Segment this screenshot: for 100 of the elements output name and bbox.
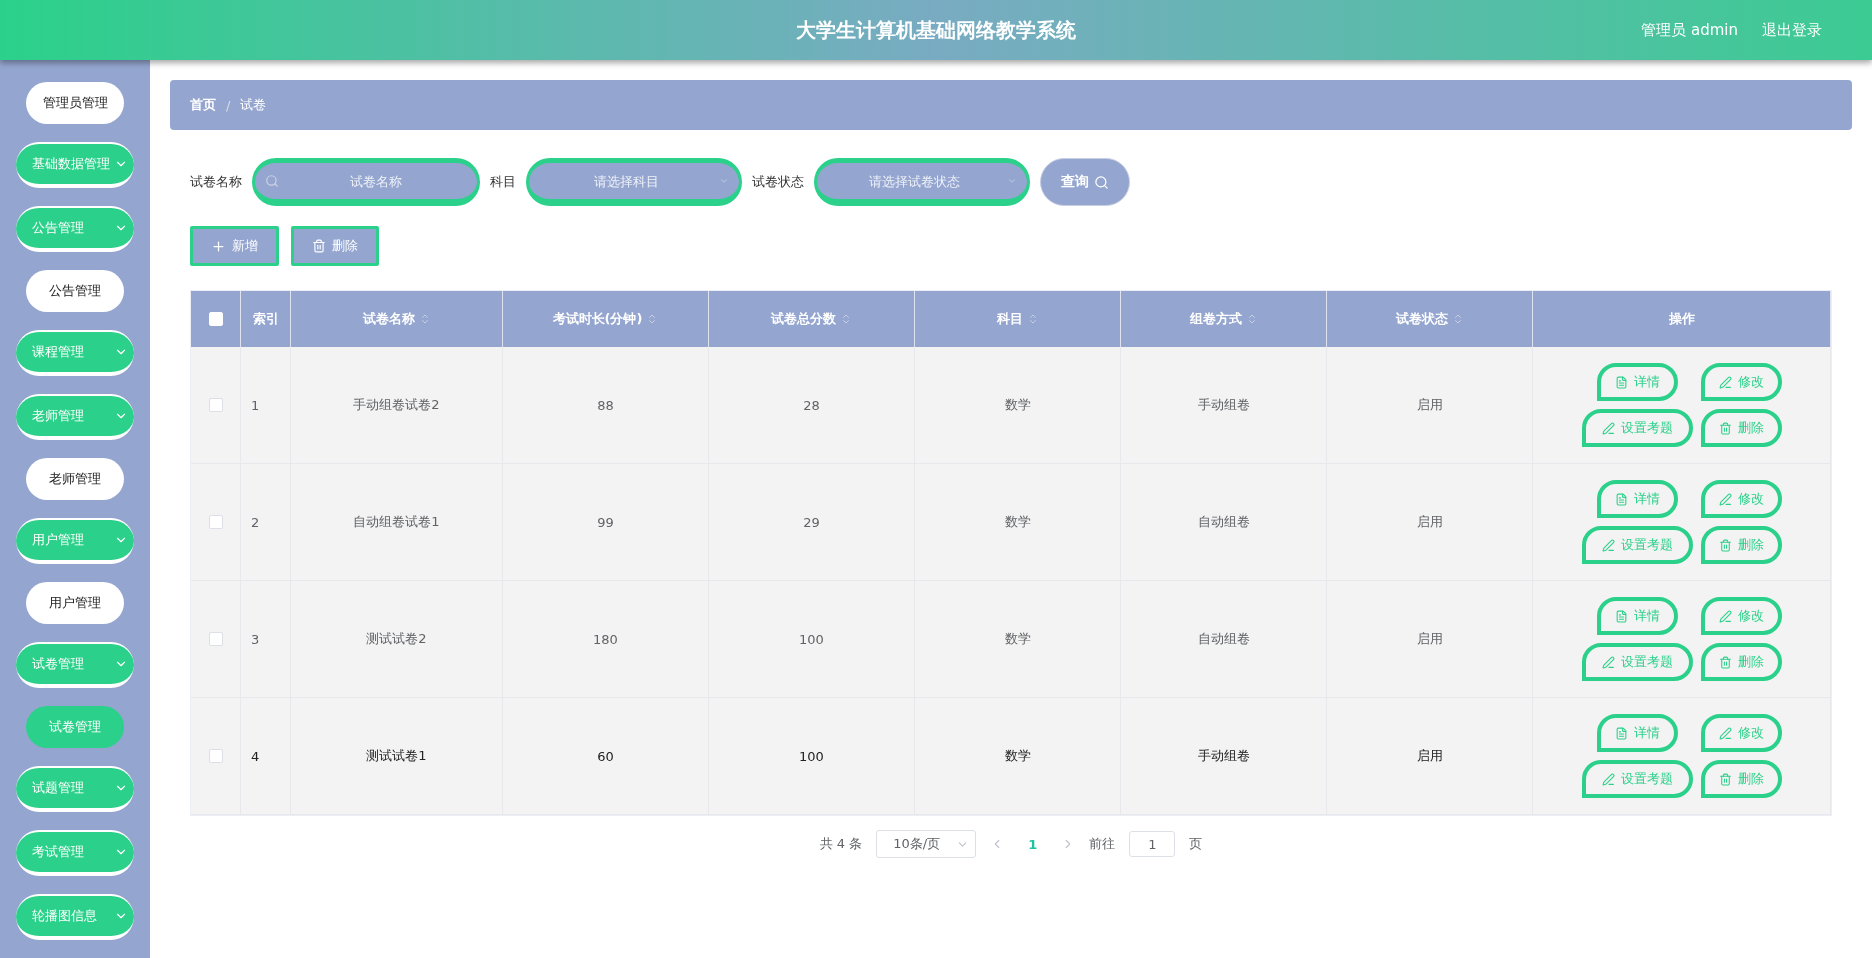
table-cell: 手动组卷试卷2: [291, 347, 503, 464]
edit-button[interactable]: 修改: [1700, 597, 1782, 635]
menu-group[interactable]: 轮播图信息: [16, 894, 134, 940]
column-header[interactable]: 考试时长(分钟): [503, 291, 709, 347]
trash-icon: [1718, 655, 1732, 669]
table-cell: 1: [241, 347, 291, 464]
breadcrumb-item[interactable]: 试卷: [240, 96, 267, 114]
detail-button[interactable]: 详情: [1596, 714, 1678, 752]
detail-button[interactable]: 详情: [1596, 480, 1678, 518]
menu-item[interactable]: 试卷管理: [26, 706, 124, 748]
search-field[interactable]: 试卷名称: [285, 172, 467, 190]
select-box[interactable]: 请选择试卷状态: [814, 158, 1030, 206]
table-cell: 测试试卷1: [291, 698, 503, 815]
table-cell: 数学: [915, 347, 1121, 464]
delete-button[interactable]: 删除: [1700, 643, 1782, 681]
breadcrumb-separator: /: [226, 97, 231, 113]
column-header: 操作: [1533, 291, 1831, 347]
table-cell: 28: [709, 347, 915, 464]
column-header[interactable]: 科目: [915, 291, 1121, 347]
add-button[interactable]: 新增: [190, 226, 279, 266]
menu-group[interactable]: 课程管理: [16, 330, 134, 376]
pencil-icon: [1601, 655, 1615, 669]
table-cell: 4: [241, 698, 291, 815]
row-checkbox[interactable]: [208, 398, 223, 412]
table-cell: 99: [503, 464, 709, 581]
row-checkbox[interactable]: [208, 515, 223, 529]
menu-group[interactable]: 用户管理: [16, 518, 134, 564]
page-suffix: 页: [1189, 835, 1203, 853]
row-checkbox[interactable]: [208, 632, 223, 646]
breadcrumb-item[interactable]: 首页: [190, 96, 216, 114]
table-cell: 数学: [915, 464, 1121, 581]
table-cell: 手动组卷: [1121, 698, 1327, 815]
column-header[interactable]: 组卷方式: [1121, 291, 1327, 347]
table-cell: 88: [503, 347, 709, 464]
menu-group[interactable]: 考试管理: [16, 830, 134, 876]
table-cell: 自动组卷: [1121, 581, 1327, 698]
logout-link[interactable]: 退出登录: [1762, 20, 1822, 40]
table-cell: 启用: [1327, 347, 1533, 464]
edit-button[interactable]: 修改: [1700, 363, 1782, 401]
select-box[interactable]: 请选择科目: [526, 158, 742, 206]
table-cell: 手动组卷: [1121, 347, 1327, 464]
delete-button[interactable]: 删除: [1700, 760, 1782, 798]
menu-item[interactable]: 用户管理: [26, 582, 124, 624]
edit-button[interactable]: 设置考题: [1581, 526, 1693, 564]
pencil-icon: [1718, 726, 1732, 740]
query-button[interactable]: 查询: [1040, 158, 1130, 206]
table-cell: 启用: [1327, 464, 1533, 581]
page-input[interactable]: 1: [1129, 831, 1176, 857]
sort-icon: [840, 313, 852, 325]
table-cell: 自动组卷: [1121, 464, 1327, 581]
edit-button[interactable]: 设置考题: [1581, 760, 1693, 798]
pencil-icon: [1601, 538, 1615, 552]
table-cell: 180: [503, 581, 709, 698]
delete-button[interactable]: 删除: [1700, 409, 1782, 447]
menu-group[interactable]: 基础数据管理: [16, 142, 134, 188]
goto-label: 前往: [1089, 835, 1116, 853]
detail-button[interactable]: 详情: [1596, 363, 1678, 401]
column-header: 索引: [241, 291, 291, 347]
column-header[interactable]: 试卷总分数: [709, 291, 915, 347]
page-size-select[interactable]: 10条/页: [876, 830, 977, 858]
document-icon: [1614, 609, 1628, 623]
menu-item[interactable]: 老师管理: [26, 458, 124, 500]
column-header[interactable]: 试卷状态: [1327, 291, 1533, 347]
edit-button[interactable]: 修改: [1700, 714, 1782, 752]
menu-group[interactable]: 试题管理: [16, 766, 134, 812]
select-field[interactable]: 请选择科目: [539, 172, 713, 190]
table-cell: 启用: [1327, 581, 1533, 698]
plus-icon: [211, 238, 226, 254]
edit-button[interactable]: 修改: [1700, 480, 1782, 518]
detail-button[interactable]: 详情: [1596, 597, 1678, 635]
filter-label: 试卷状态: [752, 173, 804, 191]
page-number[interactable]: 1: [1018, 836, 1048, 852]
row-checkbox[interactable]: [208, 749, 223, 763]
edit-button[interactable]: 设置考题: [1581, 643, 1693, 681]
document-icon: [1614, 726, 1628, 740]
trash-icon: [1718, 772, 1732, 786]
menu-group[interactable]: 公告管理: [16, 206, 134, 252]
delete-button[interactable]: 删除: [291, 226, 379, 266]
menu-group[interactable]: 老师管理: [16, 394, 134, 440]
table-cell: 数学: [915, 581, 1121, 698]
column-header[interactable]: 试卷名称: [291, 291, 503, 347]
table-cell: 自动组卷试卷1: [291, 464, 503, 581]
menu-item[interactable]: 管理员管理: [26, 82, 124, 124]
delete-button[interactable]: 删除: [1700, 526, 1782, 564]
trash-icon: [1718, 538, 1732, 552]
menu-item[interactable]: 公告管理: [26, 270, 124, 312]
search-box[interactable]: 试卷名称: [252, 158, 480, 206]
table-cell: 2: [241, 464, 291, 581]
table-cell: 29: [709, 464, 915, 581]
edit-button[interactable]: 设置考题: [1581, 409, 1693, 447]
menu-group[interactable]: 试卷管理: [16, 642, 134, 688]
table-cell: 60: [503, 698, 709, 815]
table-cell: 数学: [915, 698, 1121, 815]
app-title: 大学生计算机基础网络教学系统: [796, 16, 1076, 44]
filter-label: 科目: [490, 173, 516, 191]
select-all-checkbox[interactable]: [208, 312, 223, 326]
select-field[interactable]: 请选择试卷状态: [827, 172, 1001, 190]
search-icon: [265, 174, 279, 188]
total-count: 共 4 条: [819, 835, 863, 853]
pencil-icon: [1718, 492, 1732, 506]
